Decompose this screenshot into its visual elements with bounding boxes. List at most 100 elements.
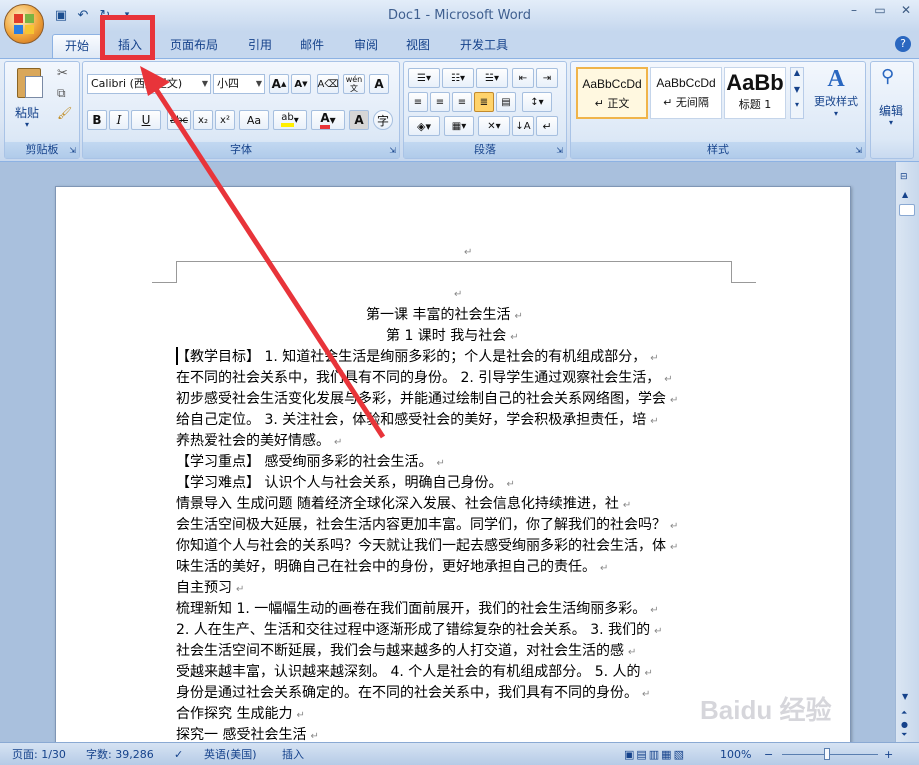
paste-button[interactable]: 粘贴 (15, 104, 39, 121)
scroll-thumb[interactable] (899, 204, 915, 216)
tab-references[interactable]: 引用 (236, 34, 284, 58)
char-shading-icon[interactable]: A (349, 110, 369, 130)
italic-button[interactable]: I (109, 110, 129, 130)
prev-page-icon[interactable]: ⏶ (901, 708, 907, 718)
font-name-combo[interactable]: Calibri (西文正文) ▼ (87, 74, 211, 94)
line-spacing-icon[interactable]: ↕▾ (522, 92, 552, 112)
vertical-scrollbar[interactable]: ⊟ ▲ ▼ ⏶ ● ⏷ (895, 162, 919, 742)
scroll-up-icon[interactable]: ▲ (902, 190, 908, 199)
scroll-down-icon[interactable]: ▼ (902, 692, 908, 701)
document-line[interactable]: 情景导入 生成问题 随着经济全球化深入发展、社会信息化持续推进，社 ↵ (176, 494, 631, 516)
tab-review[interactable]: 审阅 (342, 34, 390, 58)
numbering-icon[interactable]: ☷▾ (442, 68, 474, 88)
zoom-slider-thumb[interactable] (824, 748, 830, 760)
document-line[interactable]: 养热爱社会的美好情感。 ↵ (176, 431, 342, 453)
font-size-combo[interactable]: 小四 ▼ (213, 74, 265, 94)
document-line[interactable]: 梳理新知 1. 一幅幅生动的画卷在我们面前展开，我们的社会生活绚丽多彩。 ↵ (176, 599, 659, 621)
proofing-icon[interactable]: ✓ (170, 747, 187, 762)
dialog-launcher-icon[interactable]: ⇲ (69, 146, 76, 155)
document-line[interactable]: 社会生活空间不断延展，我们会与越来越多的人打交道，对社会生活的感 ↵ (176, 641, 636, 663)
zoom-in-button[interactable]: + (880, 747, 897, 762)
style-normal[interactable]: AaBbCcDd ↵ 正文 (576, 67, 648, 119)
zoom-level[interactable]: 100% (716, 747, 755, 762)
chevron-down-icon[interactable]: ▼ (791, 85, 803, 94)
ruler-toggle-icon[interactable]: ⊟ (900, 172, 908, 182)
minimize-button[interactable]: – (841, 0, 867, 20)
dialog-launcher-icon[interactable]: ⇲ (556, 146, 563, 155)
strikethrough-button[interactable]: abc (167, 110, 191, 130)
distributed-icon[interactable]: ▤ (496, 92, 516, 112)
bullets-icon[interactable]: ☰▾ (408, 68, 440, 88)
sort-icon[interactable]: ↓A (512, 116, 534, 136)
tab-page-layout[interactable]: 页面布局 (158, 34, 230, 58)
document-line[interactable]: 2. 人在生产、生活和交往过程中逐渐形成了错综复杂的社会关系。 3. 我们的 ↵ (176, 620, 662, 642)
restore-button[interactable]: ▭ (867, 0, 893, 20)
format-painter-icon[interactable]: 🖌 (57, 106, 72, 120)
shading-icon[interactable]: ◈▾ (408, 116, 440, 136)
document-line[interactable]: 味生活的美好，明确自己在社会中的身份，更好地承担自己的责任。 ↵ (176, 557, 608, 579)
document-line[interactable]: 在不同的社会关系中，我们具有不同的身份。 2. 引导学生通过观察社会生活， ↵ (176, 368, 673, 390)
grow-font-icon[interactable]: A ▲ (269, 74, 289, 94)
document-line[interactable]: 第一课 丰富的社会生活 ↵ (366, 305, 523, 327)
bold-button[interactable]: B (87, 110, 107, 130)
document-line[interactable]: 合作探究 生成能力 ↵ (176, 704, 305, 726)
paste-dropdown-icon[interactable]: ▾ (25, 120, 29, 129)
highlight-icon[interactable]: ab ▾ (273, 110, 307, 130)
document-line[interactable]: 给自己定位。 3. 关注社会，体验和感受社会的美好，学会积极承担责任，培 ↵ (176, 410, 659, 432)
increase-indent-icon[interactable]: ⇥ (536, 68, 558, 88)
office-button[interactable] (4, 4, 44, 44)
document-line[interactable]: 第 1 课时 我与社会 ↵ (386, 326, 519, 348)
style-heading-1[interactable]: AaBb 标题 1 (724, 67, 786, 119)
subscript-button[interactable]: x₂ (193, 110, 213, 130)
phonetic-guide-icon[interactable]: wén 文 (343, 74, 365, 94)
tab-mailings[interactable]: 邮件 (288, 34, 336, 58)
insert-mode[interactable]: 插入 (278, 747, 308, 762)
cut-icon[interactable]: ✂ (57, 66, 68, 81)
paste-icon[interactable] (13, 66, 47, 102)
align-center-icon[interactable]: ≡ (430, 92, 450, 112)
document-line[interactable]: 身份是通过社会关系确定的。在不同的社会关系中，我们具有不同的身份。 ↵ (176, 683, 650, 705)
enclosed-char-icon[interactable]: 字 (373, 110, 393, 130)
style-no-spacing[interactable]: AaBbCcDd ↵ 无间隔 (650, 67, 722, 119)
borders-icon[interactable]: ▦▾ (444, 116, 474, 136)
clear-format-icon[interactable]: A⌫ (317, 74, 339, 94)
underline-button[interactable]: U (131, 110, 161, 130)
change-case-button[interactable]: Aa (239, 110, 269, 130)
binoculars-icon[interactable]: ⚲ (881, 66, 894, 87)
document-line[interactable]: 受越来越丰富，认识越来越深刻。 4. 个人是社会的有机组成部分。 5. 人的 ↵ (176, 662, 653, 684)
shrink-font-icon[interactable]: A ▼ (291, 74, 311, 94)
tab-view[interactable]: 视图 (394, 34, 442, 58)
document-line[interactable]: 【学习难点】 认识个人与社会关系，明确自己身份。 ↵ (176, 473, 515, 495)
change-styles-button[interactable]: A 更改样式 ▾ (812, 66, 860, 118)
document-line[interactable]: 初步感受社会生活变化发展与多彩，并能通过绘制自己的社会关系网络图，学会 ↵ (176, 389, 678, 411)
decrease-indent-icon[interactable]: ⇤ (512, 68, 534, 88)
align-left-icon[interactable]: ≡ (408, 92, 428, 112)
align-right-icon[interactable]: ≡ (452, 92, 472, 112)
char-border-icon[interactable]: A (369, 74, 389, 94)
justify-icon[interactable]: ≣ (474, 92, 494, 112)
view-buttons[interactable]: ▣▤▥▦▧ (620, 747, 690, 762)
dialog-launcher-icon[interactable]: ⇲ (855, 146, 862, 155)
dialog-launcher-icon[interactable]: ⇲ (389, 146, 396, 155)
copy-icon[interactable]: ⧉ (57, 86, 66, 101)
document-line[interactable]: 你知道个人与社会的关系吗？今天就让我们一起去感受绚丽多彩的社会生活，体 ↵ (176, 536, 678, 558)
more-icon[interactable]: ▾ (791, 100, 803, 109)
help-icon[interactable]: ? (895, 36, 911, 52)
styles-scroll[interactable]: ▲ ▼ ▾ (790, 67, 804, 119)
chevron-up-icon[interactable]: ▲ (791, 68, 803, 77)
chinese-layout-icon[interactable]: ✕▾ (478, 116, 510, 136)
superscript-button[interactable]: x² (215, 110, 235, 130)
show-marks-icon[interactable]: ↵ (536, 116, 558, 136)
page-count[interactable]: 页面: 1/30 (8, 747, 70, 762)
zoom-out-button[interactable]: − (760, 747, 777, 762)
next-page-icon[interactable]: ⏷ (901, 730, 907, 740)
document-line[interactable]: 【学习重点】 感受绚丽多彩的社会生活。 ↵ (176, 452, 445, 474)
document-line[interactable]: 会生活空间极大延展，社会生活内容更加丰富。同学们，你了解我们的社会吗？ ↵ (176, 515, 678, 537)
language[interactable]: 英语(美国) (200, 747, 261, 762)
document-line[interactable]: 【教学目标】 1. 知道社会生活是绚丽多彩的；个人是社会的有机组成部分， ↵ (176, 347, 659, 369)
zoom-slider-track[interactable] (782, 754, 878, 755)
tab-developer[interactable]: 开发工具 (448, 34, 520, 58)
editing-button[interactable]: 编辑 (879, 102, 903, 119)
browse-object-icon[interactable]: ● (901, 720, 908, 729)
tab-home[interactable]: 开始 (52, 34, 103, 58)
